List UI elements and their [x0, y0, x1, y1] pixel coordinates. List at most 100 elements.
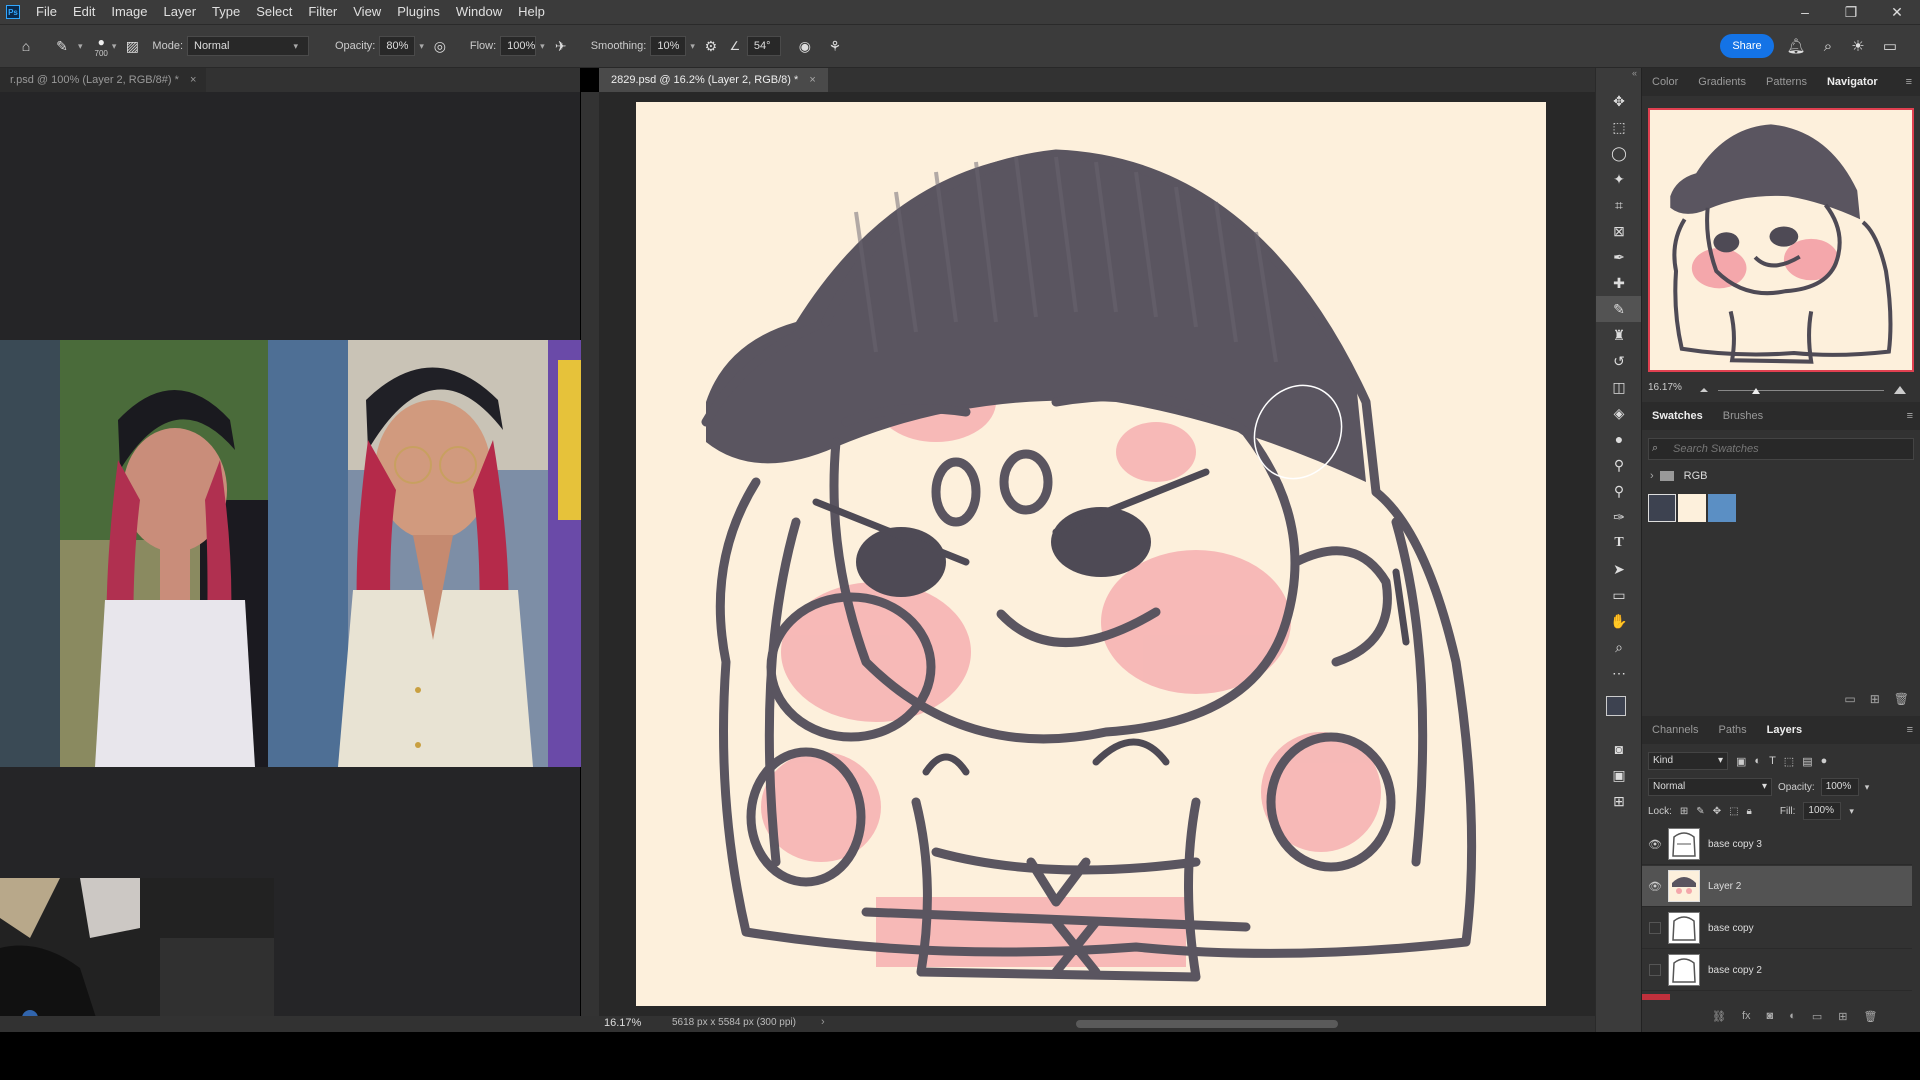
- navigator-zoom-value[interactable]: 16.17%: [1648, 382, 1682, 393]
- chevron-down-icon[interactable]: ▾: [112, 41, 117, 52]
- pressure-opacity-icon[interactable]: ◎: [428, 34, 452, 58]
- home-icon[interactable]: ⌂: [14, 34, 38, 58]
- swatch-blue[interactable]: [1708, 494, 1736, 522]
- marquee-tool-icon[interactable]: ⬚: [1596, 114, 1642, 140]
- tab-gradients[interactable]: Gradients: [1688, 68, 1756, 96]
- crop-tool-icon[interactable]: ⌗: [1596, 192, 1642, 218]
- lock-pixels-icon[interactable]: ✎: [1696, 806, 1704, 817]
- left-document-tab[interactable]: r.psd @ 100% (Layer 2, RGB/8#) * ×: [0, 68, 207, 92]
- status-arrow-icon[interactable]: ›: [821, 1016, 825, 1028]
- artboard[interactable]: [636, 102, 1546, 1006]
- minimize-button[interactable]: –: [1782, 0, 1828, 24]
- blend-mode-select[interactable]: Normal ▾: [1648, 778, 1772, 796]
- gear-icon[interactable]: ⚙: [699, 34, 723, 58]
- layer-name[interactable]: base copy 2: [1708, 965, 1762, 976]
- menu-edit[interactable]: Edit: [65, 0, 103, 24]
- close-icon[interactable]: ×: [809, 74, 815, 86]
- tab-layers[interactable]: Layers: [1757, 716, 1812, 744]
- filter-toggle-icon[interactable]: ●: [1821, 755, 1828, 767]
- chevron-down-icon[interactable]: ▾: [1849, 806, 1854, 817]
- new-group-icon[interactable]: ▭: [1844, 692, 1855, 706]
- panel-menu-icon[interactable]: ≡: [1907, 724, 1920, 736]
- stamp-tool-icon[interactable]: ♜: [1596, 322, 1642, 348]
- bell-icon[interactable]: 🔔︎: [1784, 34, 1808, 58]
- zoom-tool-icon[interactable]: ⌕: [1596, 634, 1642, 660]
- rectangle-tool-icon[interactable]: ▭: [1596, 582, 1642, 608]
- menu-window[interactable]: Window: [448, 0, 510, 24]
- brush-tool-icon[interactable]: ✎: [50, 34, 74, 58]
- airbrush-icon[interactable]: ✈: [549, 34, 573, 58]
- layer-row[interactable]: base copy: [1642, 908, 1912, 949]
- zoom-small-icon[interactable]: ⚲: [1596, 478, 1642, 504]
- layer-row-selected[interactable]: 👁︎ Layer 2: [1642, 866, 1912, 907]
- healing-brush-tool-icon[interactable]: ✚: [1596, 270, 1642, 296]
- fx-icon[interactable]: fx: [1742, 1010, 1751, 1023]
- brush-settings-icon[interactable]: ▨: [120, 34, 144, 58]
- type-tool-icon[interactable]: T: [1596, 530, 1642, 556]
- symmetry-icon[interactable]: ⚘: [823, 34, 847, 58]
- search-swatches-input[interactable]: Search Swatches: [1648, 438, 1914, 460]
- chevron-down-icon[interactable]: ▾: [419, 41, 424, 52]
- eye-hidden-icon[interactable]: [1642, 964, 1668, 976]
- restore-button[interactable]: ❐: [1828, 0, 1874, 24]
- paint-bucket-tool-icon[interactable]: ◈: [1596, 400, 1642, 426]
- chevron-down-icon[interactable]: ▾: [540, 41, 545, 52]
- layer-row[interactable]: base copy 2: [1642, 950, 1912, 991]
- document-info[interactable]: 5618 px x 5584 px (300 ppi): [672, 1017, 796, 1028]
- mask-icon[interactable]: ◙: [1767, 1010, 1774, 1023]
- hand-tool-icon[interactable]: ✋: [1596, 608, 1642, 634]
- group-folder-icon[interactable]: ▭: [1812, 1010, 1822, 1023]
- swatch-group[interactable]: › RGB: [1650, 470, 1708, 482]
- tab-brushes[interactable]: Brushes: [1713, 402, 1773, 430]
- eyedropper-tool-icon[interactable]: ✒: [1596, 244, 1642, 270]
- lock-transparent-icon[interactable]: ⊞: [1680, 806, 1688, 817]
- scrollbar-thumb[interactable]: [1076, 1020, 1338, 1028]
- blur-tool-icon[interactable]: ●: [1596, 426, 1642, 452]
- eye-icon[interactable]: 👁︎: [1642, 838, 1668, 851]
- navigator-thumbnail[interactable]: [1648, 108, 1914, 372]
- main-document-tab[interactable]: 2829.psd @ 16.2% (Layer 2, RGB/8) * ×: [599, 68, 828, 92]
- eraser-tool-icon[interactable]: ◫: [1596, 374, 1642, 400]
- close-button[interactable]: ✕: [1874, 0, 1920, 24]
- menu-plugins[interactable]: Plugins: [389, 0, 448, 24]
- kind-filter-select[interactable]: Kind ▾: [1648, 752, 1728, 770]
- screen-mode-icon[interactable]: ▣: [1596, 762, 1642, 788]
- chevron-down-icon[interactable]: ▾: [1865, 782, 1870, 793]
- menu-image[interactable]: Image: [103, 0, 155, 24]
- menu-view[interactable]: View: [345, 0, 389, 24]
- filter-type-icon[interactable]: T: [1769, 755, 1776, 767]
- swatch-dark[interactable]: [1648, 494, 1676, 522]
- color-picker-swatches[interactable]: [1596, 686, 1642, 736]
- link-icon[interactable]: ⛓: [1712, 1010, 1726, 1023]
- menu-file[interactable]: File: [28, 0, 65, 24]
- fill-input[interactable]: 100%: [1803, 802, 1842, 820]
- pressure-size-icon[interactable]: ◉: [793, 34, 817, 58]
- tab-navigator[interactable]: Navigator: [1817, 68, 1888, 96]
- lock-all-icon[interactable]: 🔒︎: [1747, 806, 1752, 817]
- filter-adjustment-icon[interactable]: ◐: [1754, 755, 1761, 767]
- flow-input[interactable]: 100%: [500, 36, 537, 56]
- chevron-down-icon[interactable]: ▾: [78, 41, 83, 52]
- menu-type[interactable]: Type: [204, 0, 248, 24]
- smoothing-input[interactable]: 10%: [650, 36, 687, 56]
- collapse-icon[interactable]: «: [1596, 68, 1641, 88]
- tab-swatches[interactable]: Swatches: [1642, 402, 1713, 430]
- tab-color[interactable]: Color: [1642, 68, 1688, 96]
- layer-name[interactable]: base copy: [1708, 923, 1754, 934]
- brush-preset-picker[interactable]: ● 700: [95, 35, 108, 58]
- new-layer-icon[interactable]: ⊞: [1838, 1010, 1847, 1023]
- eye-hidden-icon[interactable]: [1642, 922, 1668, 934]
- foreground-color[interactable]: [1606, 696, 1626, 716]
- brush-tool-icon[interactable]: ✎: [1596, 296, 1642, 322]
- move-tool-icon[interactable]: ✥: [1596, 88, 1642, 114]
- share-button[interactable]: Share: [1720, 34, 1774, 58]
- layer-name[interactable]: base copy 3: [1708, 839, 1762, 850]
- mode-select[interactable]: Normal ▾: [187, 36, 309, 56]
- filter-shape-icon[interactable]: ⬚: [1784, 755, 1794, 768]
- delete-icon[interactable]: 🗑︎: [1863, 1010, 1877, 1023]
- layer-opacity-input[interactable]: 100%: [1820, 778, 1859, 796]
- delete-icon[interactable]: 🗑︎: [1894, 692, 1909, 706]
- search-icon[interactable]: ⌕: [1816, 34, 1840, 58]
- layer-name[interactable]: Layer 2: [1708, 881, 1741, 892]
- menu-select[interactable]: Select: [248, 0, 300, 24]
